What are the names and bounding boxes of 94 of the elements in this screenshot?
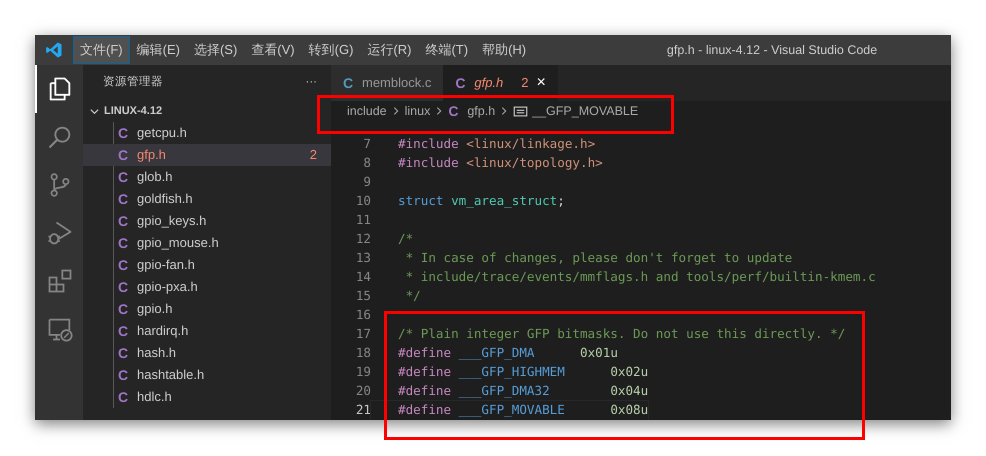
error-count: 2 [310,146,317,164]
file-name: hash.h [137,344,178,362]
close-button[interactable]: × [536,71,546,95]
c-file-icon: C [118,122,129,144]
file-name: gpio_keys.h [137,212,208,230]
c-file-icon: C [118,342,129,364]
c-file-icon: C [118,166,129,188]
c-file-icon: C [118,188,129,210]
file-tree-item[interactable]: C getcpu.h [83,122,331,144]
file-tree-item[interactable]: C goldfish.h [83,188,331,210]
c-file-icon: C [118,232,129,254]
c-file-icon: C [455,72,466,94]
symbol-icon [513,104,528,118]
c-file-icon: C [118,254,129,276]
line-number: 12 [354,230,371,248]
breadcrumb-item[interactable]: __GFP_MOVABLE [532,102,638,120]
menu-item[interactable]: 编辑(E) [130,36,187,64]
menu-item[interactable]: 转到(G) [302,36,360,64]
breadcrumb-item[interactable]: gfp.h [467,102,496,120]
menu-item[interactable]: 文件(F) [73,36,130,64]
file-tree-item[interactable]: C gpio-fan.h [83,254,331,276]
line-number: 20 [354,382,371,400]
file-tree-item[interactable]: C gpio.h [83,298,331,320]
code-line: #define ___GFP_MOVABLE 0x08u [371,401,648,420]
c-file-icon: C [118,298,129,320]
line-number: 10 [354,192,371,210]
section-header[interactable]: LINUX-4.12 [83,100,331,122]
file-name: hdlc.h [137,388,173,406]
breadcrumb-item[interactable]: linux [404,102,430,120]
file-name: goldfish.h [137,190,194,208]
code-line: #define ___GFP_DMA 0x01u [397,344,618,362]
panel-title: 资源管理器 [103,74,163,90]
line-number: 15 [354,287,371,306]
menu-item[interactable]: 运行(R) [360,36,418,64]
file-tree-item[interactable]: C gfp.h 2 [83,144,331,166]
line-number: 14 [354,268,371,286]
c-file-icon: C [118,320,129,342]
file-name: gpio.h [137,300,174,318]
file-name: gfp.h [137,146,167,164]
code-line: #define ___GFP_HIGHMEM 0x02u [397,363,648,382]
code-line: #define ___GFP_DMA32 0x04u [397,382,648,400]
file-tree-item[interactable]: C glob.h [83,166,331,188]
more-actions-button[interactable]: ··· [306,74,317,92]
menu-item[interactable]: 终端(T) [418,36,476,64]
line-number: 11 [354,211,371,230]
file-name: gpio_mouse.h [137,234,220,252]
file-name: hardirq.h [137,322,190,340]
c-file-icon: C [118,386,129,408]
c-file-icon: C [343,72,354,94]
code-line: /* [397,230,414,248]
line-number: 8 [362,154,371,172]
code-line: #include <linux/linkage.h> [397,135,596,154]
file-name: hashtable.h [137,366,206,384]
code-line: #include <linux/topology.h> [397,154,603,172]
line-number: 7 [362,135,371,154]
bug-play-icon [46,219,74,247]
line-number: 13 [354,249,371,268]
code-line: */ [404,287,421,306]
code-line: * In case of changes, please don't forget to update [404,249,792,268]
c-file-icon: C [118,276,129,298]
menu-item[interactable]: 查看(V) [244,36,302,64]
file-tree-item[interactable]: C hdlc.h [83,386,331,408]
c-file-icon: C [118,144,129,166]
code-line: * include/trace/events/mmflags.h and tools/perf/builtin-kmem.c [404,268,876,286]
menu-item[interactable]: 选择(S) [186,36,244,64]
code-line: struct vm_area_struct; [397,192,565,210]
file-tree-item[interactable]: C gpio_mouse.h [83,232,331,254]
line-number: 17 [354,325,371,344]
line-number: 21 [354,401,371,420]
file-name: getcpu.h [137,124,188,142]
c-file-icon: C [448,100,460,122]
file-tree-item[interactable]: C hashtable.h [83,364,331,386]
file-tree-item[interactable]: C gpio-pxa.h [83,276,331,298]
extensions-icon [46,267,74,295]
error-count: 2 [521,74,529,92]
breadcrumb-item[interactable]: include [347,102,387,120]
menu-item[interactable]: 帮助(H) [475,36,534,64]
file-name: gpio-fan.h [137,256,196,274]
file-tree-item[interactable]: C hash.h [83,342,331,364]
line-number: 18 [354,344,371,362]
file-tree-item[interactable]: C hardirq.h [83,320,331,342]
editor-tab[interactable]: C gfp.h 2 × [443,65,558,101]
file-name: gpio-pxa.h [137,278,199,296]
file-name: glob.h [137,168,174,186]
editor-tab[interactable]: C memblock.c [331,65,444,101]
logo-icon[interactable] [45,41,63,59]
code-line: /* Plain integer GFP bitmasks. Do not use this directly. */ [397,325,846,344]
line-number: 19 [354,363,371,382]
c-file-icon: C [118,210,129,232]
line-number: 16 [354,306,371,324]
c-file-icon: C [118,364,129,386]
line-number: 9 [362,173,371,192]
file-tree-item[interactable]: C gpio_keys.h [83,210,331,232]
window-title: gfp.h - linux-4.12 - Visual Studio Code [666,42,878,59]
